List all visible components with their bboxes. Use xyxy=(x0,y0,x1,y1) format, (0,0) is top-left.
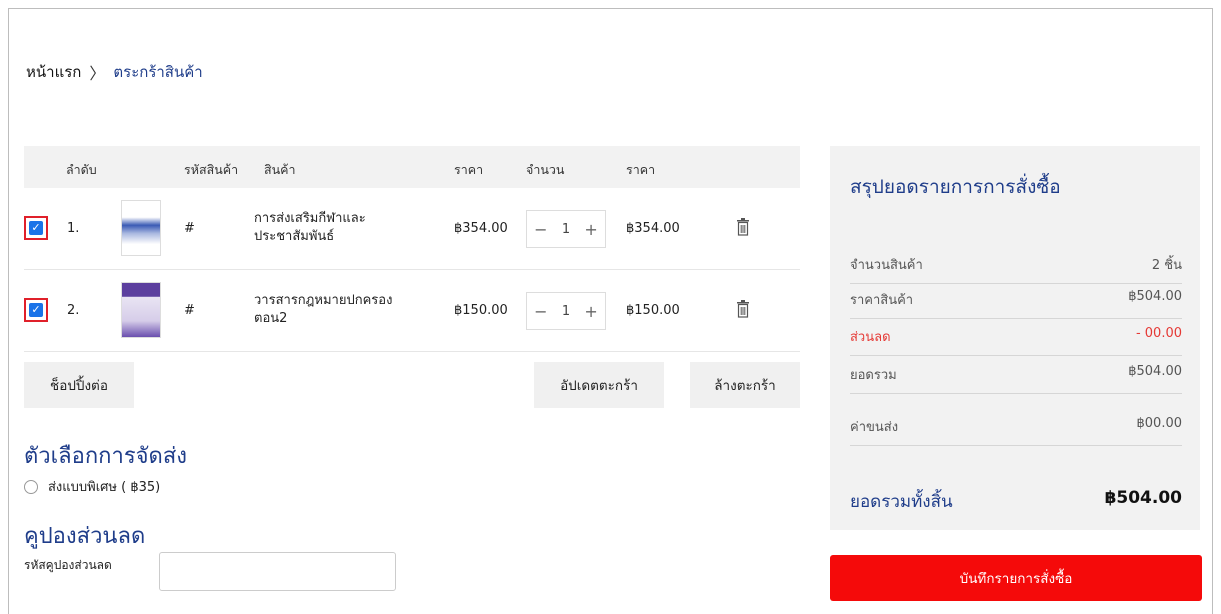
qty-minus-button[interactable]: − xyxy=(534,302,547,321)
summary-shipping-row: ค่าขนส่ง ฿00.00 xyxy=(850,416,1182,446)
trash-icon[interactable] xyxy=(736,218,750,236)
row-sku: # xyxy=(184,303,195,318)
row-select-checkbox[interactable]: ✓ xyxy=(24,216,48,240)
summary-items-value: 2 ชิ้น xyxy=(1151,258,1182,273)
row-select-checkbox[interactable]: ✓ xyxy=(24,298,48,322)
table-header: ลำดับ รหัสสินค้า สินค้า ราคา จำนวน ราคา xyxy=(24,146,800,188)
row-price: ฿150.00 xyxy=(454,303,508,318)
shipping-options-title: ตัวเลือกการจัดส่ง xyxy=(24,444,188,469)
breadcrumb: หน้าแรก 〉 ตระกร้าสินค้า xyxy=(26,60,203,84)
header-order: ลำดับ xyxy=(66,162,97,177)
qty-plus-button[interactable]: + xyxy=(584,302,597,321)
row-product-name[interactable]: วารสารกฎหมายปกครอง ตอน2 xyxy=(254,292,404,328)
row-price: ฿354.00 xyxy=(454,221,508,236)
check-icon: ✓ xyxy=(29,221,43,235)
update-cart-button[interactable]: อัปเดตตะกร้า xyxy=(534,362,664,408)
breadcrumb-current: ตระกร้าสินค้า xyxy=(113,63,203,81)
coupon-code-label: รหัสคูปองส่วนลด xyxy=(24,558,112,572)
summary-shipping-label: ค่าขนส่ง xyxy=(850,420,899,435)
save-order-button[interactable]: บันทึกรายการสั่งซื้อ xyxy=(830,555,1202,601)
summary-grand-total-label: ยอดรวมทั้งสิ้น xyxy=(850,492,953,512)
clear-cart-button[interactable]: ล้างตะกร้า xyxy=(690,362,800,408)
summary-subtotal-row: ยอดรวม ฿504.00 xyxy=(850,364,1182,394)
trash-icon[interactable] xyxy=(736,300,750,318)
coupon-code-input[interactable] xyxy=(159,552,396,591)
summary-grand-total-row: ยอดรวมทั้งสิ้น ฿504.00 xyxy=(850,488,1182,515)
check-icon: ✓ xyxy=(29,303,43,317)
summary-grand-total-value: ฿504.00 xyxy=(1104,488,1182,508)
header-price: ราคา xyxy=(454,162,484,177)
qty-value[interactable]: 1 xyxy=(562,304,570,319)
qty-value[interactable]: 1 xyxy=(562,222,570,237)
breadcrumb-separator-icon: 〉 xyxy=(89,64,106,83)
shipping-option[interactable]: ส่งแบบพิเศษ ( ฿35) xyxy=(24,476,160,497)
order-summary-panel: สรุปยอดรายการการสั่งซื้อ จำนวนสินค้า 2 ช… xyxy=(830,146,1200,530)
row-index: 1. xyxy=(67,221,80,236)
row-sku: # xyxy=(184,221,195,236)
table-row: ✓ 2. # วารสารกฎหมายปกครอง ตอน2 ฿150.00 −… xyxy=(24,270,800,352)
summary-discount-value: - 00.00 xyxy=(1135,326,1182,341)
summary-price-value: ฿504.00 xyxy=(1128,289,1182,304)
quantity-stepper: − 1 + xyxy=(526,210,606,248)
continue-shopping-button[interactable]: ช็อปปิ้งต่อ xyxy=(24,362,134,408)
summary-items-row: จำนวนสินค้า 2 ชิ้น xyxy=(850,254,1182,284)
shipping-option-radio[interactable] xyxy=(24,479,38,494)
shipping-option-label: ส่งแบบพิเศษ ( ฿35) xyxy=(48,480,161,495)
row-index: 2. xyxy=(67,303,80,318)
header-qty: จำนวน xyxy=(526,162,565,177)
summary-subtotal-label: ยอดรวม xyxy=(850,368,897,383)
coupon-title: คูปองส่วนลด xyxy=(24,524,146,549)
summary-discount-row: ส่วนลด - 00.00 xyxy=(850,326,1182,356)
summary-discount-label: ส่วนลด xyxy=(850,330,891,345)
summary-price-row: ราคาสินค้า ฿504.00 xyxy=(850,289,1182,319)
header-sku: รหัสสินค้า xyxy=(184,162,239,177)
qty-plus-button[interactable]: + xyxy=(584,220,597,239)
quantity-stepper: − 1 + xyxy=(526,292,606,330)
header-total: ราคา xyxy=(626,162,656,177)
row-product-name[interactable]: การส่งเสริมกีฬาและประชาสัมพันธ์ xyxy=(254,210,404,246)
breadcrumb-home-link[interactable]: หน้าแรก xyxy=(26,60,81,84)
qty-minus-button[interactable]: − xyxy=(534,220,547,239)
summary-price-label: ราคาสินค้า xyxy=(850,293,914,308)
summary-subtotal-value: ฿504.00 xyxy=(1128,364,1182,379)
cart-table: ลำดับ รหัสสินค้า สินค้า ราคา จำนวน ราคา … xyxy=(24,146,800,352)
header-product: สินค้า xyxy=(264,162,296,177)
product-thumbnail[interactable] xyxy=(121,282,161,338)
product-thumbnail[interactable] xyxy=(121,200,161,256)
order-summary-title: สรุปยอดรายการการสั่งซื้อ xyxy=(850,176,1061,198)
summary-items-label: จำนวนสินค้า xyxy=(850,258,923,273)
table-row: ✓ 1. # การส่งเสริมกีฬาและประชาสัมพันธ์ ฿… xyxy=(24,188,800,270)
row-total: ฿354.00 xyxy=(626,221,680,236)
summary-shipping-value: ฿00.00 xyxy=(1136,416,1183,431)
row-total: ฿150.00 xyxy=(626,303,680,318)
